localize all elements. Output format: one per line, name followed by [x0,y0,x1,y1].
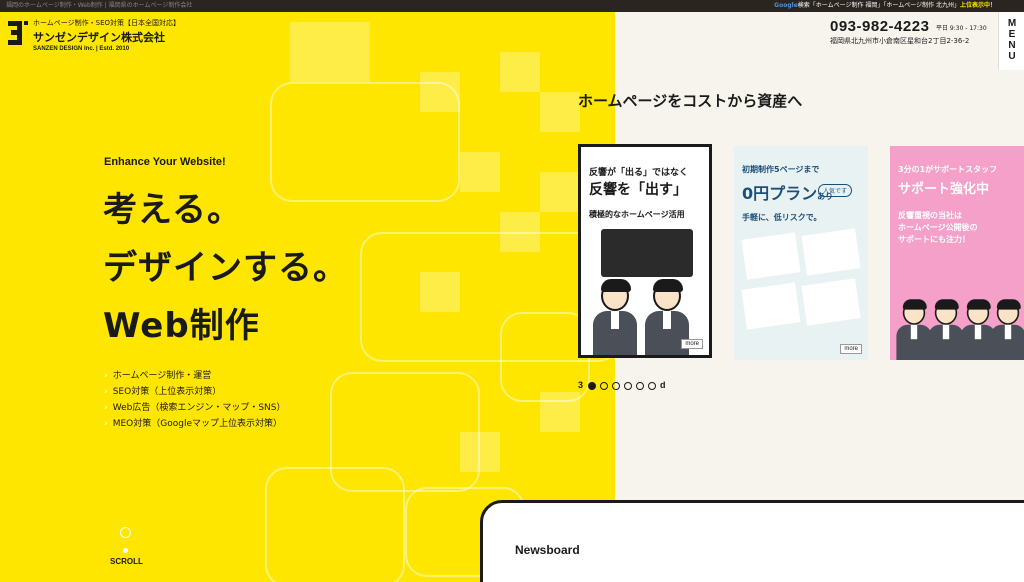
search-ranking-notice: Google検索「ホームページ制作 福岡」「ホームページ制作 北九州」上位表示中… [774,0,996,12]
staff-illustration [990,299,1024,360]
slide-card-support[interactable]: 3分の1がサポートスタッフ サポート強化中 反響重視の当社は ホームページ公開後… [890,146,1024,360]
company-name: サンゼンデザイン株式会社 [33,31,165,44]
slide-2-line3: 手軽に、低リスクで。 [742,213,822,222]
service-link-web-production[interactable]: ホームページ制作・運営 [104,368,286,384]
decorative-square [540,392,580,432]
business-hours: 平日 9:30 - 17:30 [936,25,987,32]
decorative-square [500,212,540,252]
search-ranking-highlight: 上位表示中！ [959,2,996,9]
slide-2-line2: 0円プラン [742,184,818,203]
staff-illustration [593,279,637,355]
hero-headline-3: Web制作 [103,306,260,346]
scroll-ring-icon [119,527,131,538]
company-logo[interactable]: ホームページ制作・SEO対策【日本全国対応】 サンゼンデザイン株式会社 SANZ… [33,18,180,52]
top-bar: 福岡のホームページ制作・Web制作 | 福岡県のホームページ制作会社 Googl… [0,0,1024,12]
service-link-web-ads[interactable]: Web広告（検索エンジン・マップ・SNS） [104,400,286,416]
company-logo-icon[interactable] [8,21,28,45]
pager-dot[interactable] [623,381,632,390]
search-ranking-text: 検索「ホームページ制作 福岡」「ホームページ制作 北九州」 [797,2,960,9]
slider-pagination: 3 d [578,380,666,390]
newsboard-title: Newsboard [515,543,580,557]
scroll-label: SCROLL [110,557,143,566]
slider-tagline: ホームページをコストから資産へ [578,92,803,110]
hero-headline-1: 考える。 [103,190,242,230]
pager-start-label: 3 [578,380,584,390]
menu-button[interactable]: M E N U [998,12,1024,70]
more-link[interactable]: more [840,344,862,354]
pager-dot[interactable] [647,381,656,390]
company-address: 福岡県北九州市小倉南区星和台2丁目2-36-2 [830,37,970,45]
slide-3-line5: サポートにも注力！ [898,235,970,244]
menu-letter: M [1007,18,1017,29]
decorative-frame [265,467,405,582]
decorative-square [420,72,460,112]
decorative-square [460,432,500,472]
phone-number[interactable]: 093-982-4223 [830,18,929,35]
slide-card-response[interactable]: 反響が「出る」ではなく 反響を「出す」 積極的なホームページ活用 more [578,144,712,358]
more-link[interactable]: more [681,339,703,349]
pager-dot[interactable] [611,381,620,390]
staff-illustration [896,299,932,360]
newsboard-panel: Newsboard [480,500,1024,582]
decorative-square [500,52,540,92]
screenshot-image [801,228,861,276]
site-description: 福岡のホームページ制作・Web制作 | 福岡県のホームページ制作会社 [6,2,193,9]
slide-1-line1: 反響が「出る」ではなく [589,168,689,178]
decorative-frame [500,312,590,402]
slide-card-zero-yen-plan[interactable]: 初期制作5ページまで 0円プランあり 人気です 手軽に、低リスクで。 more [734,146,868,360]
laptop-image [601,229,693,277]
slide-1-line2: 反響を「出す」 [589,182,687,198]
service-list: ホームページ制作・運営 SEO対策（上位表示対策） Web広告（検索エンジン・マ… [104,368,286,432]
staff-illustration [928,299,964,360]
service-link-seo[interactable]: SEO対策（上位表示対策） [104,384,286,400]
decorative-square [540,172,580,212]
pager-dot[interactable] [599,381,608,390]
slide-2-line1: 初期制作5ページまで [742,165,820,174]
screenshot-image [801,278,861,326]
slide-1-line3: 積極的なホームページ活用 [589,210,685,219]
hero-kicker: Enhance Your Website! [104,156,226,168]
scroll-dot-icon [122,548,128,553]
hero-panel [0,12,615,582]
decorative-square [460,152,500,192]
hero-headline-2: デザインする。 [103,248,348,288]
screenshot-image [741,282,801,330]
menu-letter: N [1008,40,1016,51]
popular-badge: 人気です [818,184,853,197]
decorative-square [540,92,580,132]
menu-letter: E [1008,29,1016,40]
pager-dot[interactable] [635,381,644,390]
service-link-meo[interactable]: MEO対策（Googleマップ上位表示対策） [104,416,286,432]
slide-3-line3: 反響重視の当社は [898,211,962,220]
slide-3-line2: サポート強化中 [898,182,990,197]
company-established: SANZEN DESIGN Inc. | Estd. 2010 [33,46,130,52]
logo-tagline: ホームページ制作・SEO対策【日本全国対応】 [33,19,181,27]
pager-dot-active[interactable] [587,381,596,390]
decorative-square [290,22,370,82]
screenshot-image [741,232,801,280]
slide-3-line4: ホームページ公開後の [898,223,978,232]
pager-end-label: d [660,380,666,390]
google-label: Google [774,2,798,9]
decorative-square [420,272,460,312]
menu-letter: U [1008,51,1016,62]
slide-3-line1: 3分の1がサポートスタッフ [898,165,998,174]
scroll-indicator[interactable]: SCROLL [110,527,143,566]
